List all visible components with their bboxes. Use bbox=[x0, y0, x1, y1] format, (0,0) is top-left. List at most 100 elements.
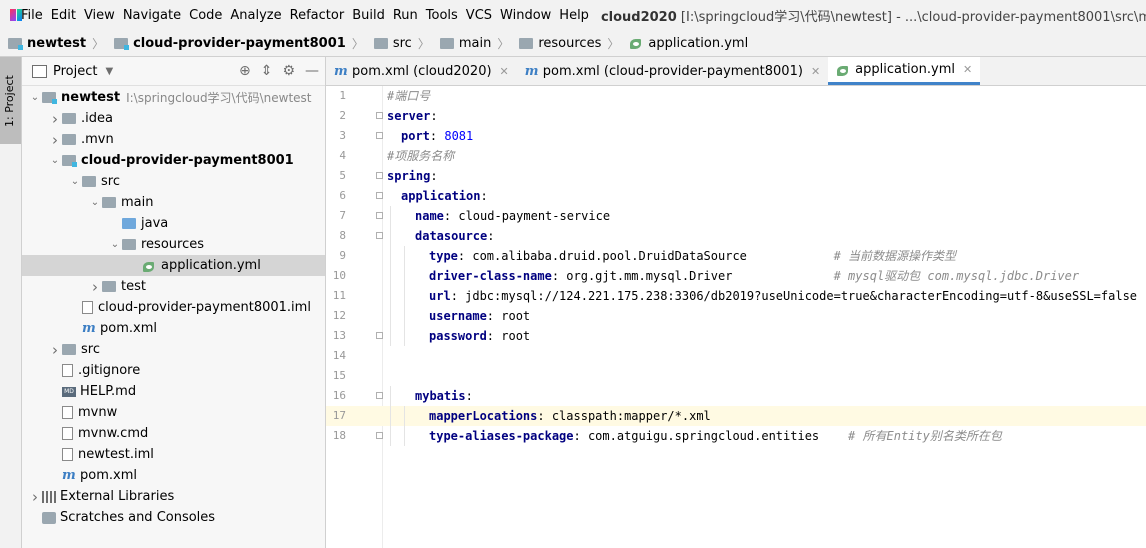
tree-item[interactable]: mvnw.cmd bbox=[22, 423, 325, 444]
editor-tab-label: pom.xml (cloud2020) bbox=[352, 63, 492, 79]
expand-right-icon[interactable]: › bbox=[48, 131, 62, 149]
tree-item-label: mvnw bbox=[78, 405, 118, 420]
code-line: 11 url: jdbc:mysql://124.221.175.238:3306… bbox=[326, 286, 1146, 306]
menu-item-code[interactable]: Code bbox=[185, 8, 226, 23]
fold-marker-icon[interactable] bbox=[376, 172, 383, 179]
tree-item[interactable]: › .idea bbox=[22, 108, 325, 129]
fold-marker-icon[interactable] bbox=[376, 332, 383, 339]
menu-item-view[interactable]: View bbox=[80, 8, 119, 23]
tree-item[interactable]: application.yml bbox=[22, 255, 325, 276]
tree-item[interactable]: › src bbox=[22, 339, 325, 360]
tree-item[interactable]: ⌄ src bbox=[22, 171, 325, 192]
tree-item-label: Scratches and Consoles bbox=[60, 510, 216, 525]
menu-item-navigate[interactable]: Navigate bbox=[119, 8, 185, 23]
tree-item[interactable]: mvnw bbox=[22, 402, 325, 423]
editor-tab[interactable]: application.yml ✕ bbox=[828, 57, 981, 85]
tree-item[interactable]: Scratches and Consoles bbox=[22, 507, 325, 528]
project-view-selector[interactable]: Project ▼ bbox=[32, 64, 113, 79]
breadcrumb-item[interactable]: newtest 〉 bbox=[0, 35, 106, 52]
fold-marker-icon[interactable] bbox=[376, 192, 383, 199]
tree-item[interactable]: m pom.xml bbox=[22, 318, 325, 339]
file-icon bbox=[62, 364, 73, 377]
expand-down-icon[interactable]: ⌄ bbox=[88, 197, 102, 208]
code-token: : classpath:mapper/*.xml bbox=[537, 409, 711, 423]
project-tool-tab[interactable]: 1: Project bbox=[0, 57, 21, 144]
tree-item-label: .idea bbox=[81, 111, 113, 126]
tree-item[interactable]: m pom.xml bbox=[22, 465, 325, 486]
editor-tab[interactable]: m pom.xml (cloud2020) ✕ bbox=[326, 57, 517, 85]
locate-file-icon[interactable]: ⊕ bbox=[239, 63, 251, 79]
indent-guide bbox=[404, 426, 405, 446]
tree-item[interactable]: ⌄ resources bbox=[22, 234, 325, 255]
minimize-icon[interactable]: — bbox=[305, 63, 319, 79]
menu-item-analyze[interactable]: Analyze bbox=[226, 8, 285, 23]
menu-item-refactor[interactable]: Refactor bbox=[286, 8, 349, 23]
line-number: 9 bbox=[339, 249, 346, 262]
tree-item-label: cloud-provider-payment8001.iml bbox=[98, 300, 311, 315]
code-token: username bbox=[429, 309, 487, 323]
menu-item-window[interactable]: Window bbox=[496, 8, 555, 23]
fold-marker-icon[interactable] bbox=[376, 212, 383, 219]
expand-right-icon[interactable]: › bbox=[48, 110, 62, 128]
code-line: 18 type-aliases-package: com.atguigu.spri… bbox=[326, 426, 1146, 446]
menu-item-edit[interactable]: Edit bbox=[47, 8, 80, 23]
menu-item-vcs[interactable]: VCS bbox=[462, 8, 496, 23]
fold-marker-icon[interactable] bbox=[376, 132, 383, 139]
close-icon[interactable]: ✕ bbox=[500, 65, 509, 78]
window-title-path: [I:\springcloud学习\代码\newtest] - ...\clou… bbox=[680, 9, 1146, 25]
code-editor[interactable]: 1 #端口号 2 server: 3 port: 8081 4 #项服务名称 5 spring: 6… bbox=[326, 86, 1146, 548]
tree-item[interactable]: cloud-provider-payment8001.iml bbox=[22, 297, 325, 318]
menu-item-build[interactable]: Build bbox=[348, 8, 389, 23]
tree-item[interactable]: java bbox=[22, 213, 325, 234]
gear-icon[interactable]: ⚙ bbox=[282, 63, 295, 79]
code-line: 2 server: bbox=[326, 106, 1146, 126]
collapse-all-icon[interactable]: ⇕ bbox=[261, 63, 273, 79]
breadcrumb-item[interactable]: application.yml bbox=[621, 36, 750, 51]
tree-item[interactable]: .gitignore bbox=[22, 360, 325, 381]
fold-marker-icon[interactable] bbox=[376, 392, 383, 399]
expand-right-icon[interactable]: › bbox=[28, 488, 42, 506]
code-token: password bbox=[429, 329, 487, 343]
fold-marker-icon[interactable] bbox=[376, 432, 383, 439]
code-text: mapperLocations: classpath:mapper/*.xml bbox=[429, 406, 711, 426]
expand-down-icon[interactable]: ⌄ bbox=[108, 239, 122, 250]
tree-item[interactable]: MD HELP.md bbox=[22, 381, 325, 402]
code-text: #项服务名称 bbox=[387, 146, 454, 166]
breadcrumb-item[interactable]: main 〉 bbox=[432, 35, 512, 52]
menu-item-run[interactable]: Run bbox=[389, 8, 422, 23]
indent-guide bbox=[390, 286, 391, 306]
expand-right-icon[interactable]: › bbox=[88, 278, 102, 296]
menu-item-help[interactable]: Help bbox=[555, 8, 593, 23]
expand-down-icon[interactable]: ⌄ bbox=[68, 176, 82, 187]
file-icon bbox=[62, 427, 73, 440]
tree-item[interactable]: newtest.iml bbox=[22, 444, 325, 465]
breadcrumb-item[interactable]: resources 〉 bbox=[511, 35, 621, 52]
tree-item[interactable]: ⌄ newtest I:\springcloud学习\代码\newtest bbox=[22, 87, 325, 108]
tree-item[interactable]: › test bbox=[22, 276, 325, 297]
expand-right-icon[interactable]: › bbox=[48, 341, 62, 359]
expand-down-icon[interactable]: ⌄ bbox=[48, 155, 62, 166]
fold-marker-icon[interactable] bbox=[376, 232, 383, 239]
breadcrumb-label: cloud-provider-payment8001 bbox=[133, 35, 346, 51]
indent-guide bbox=[390, 206, 391, 226]
expand-down-icon[interactable]: ⌄ bbox=[28, 92, 42, 103]
source-folder-icon bbox=[122, 218, 136, 229]
menu-item-tools[interactable]: Tools bbox=[422, 8, 462, 23]
code-token: : bbox=[465, 389, 473, 403]
code-text: type: com.alibaba.druid.pool.DruidDataSo… bbox=[429, 246, 956, 266]
code-token: 8081 bbox=[444, 129, 474, 143]
tree-item-label: cloud-provider-payment8001 bbox=[81, 153, 294, 168]
code-line: 15 bbox=[326, 366, 1146, 386]
indent-guide bbox=[390, 326, 391, 346]
tree-item[interactable]: › External Libraries bbox=[22, 486, 325, 507]
breadcrumb-item[interactable]: cloud-provider-payment8001 〉 bbox=[106, 35, 366, 52]
editor-tab[interactable]: m pom.xml (cloud-provider-payment8001) ✕ bbox=[517, 57, 828, 85]
fold-marker-icon[interactable] bbox=[376, 112, 383, 119]
breadcrumb-item[interactable]: src 〉 bbox=[366, 35, 432, 52]
tree-item[interactable]: › .mvn bbox=[22, 129, 325, 150]
tree-item[interactable]: ⌄ cloud-provider-payment8001 bbox=[22, 150, 325, 171]
close-icon[interactable]: ✕ bbox=[811, 65, 820, 78]
close-icon[interactable]: ✕ bbox=[963, 63, 972, 76]
line-number: 12 bbox=[332, 309, 346, 322]
tree-item[interactable]: ⌄ main bbox=[22, 192, 325, 213]
